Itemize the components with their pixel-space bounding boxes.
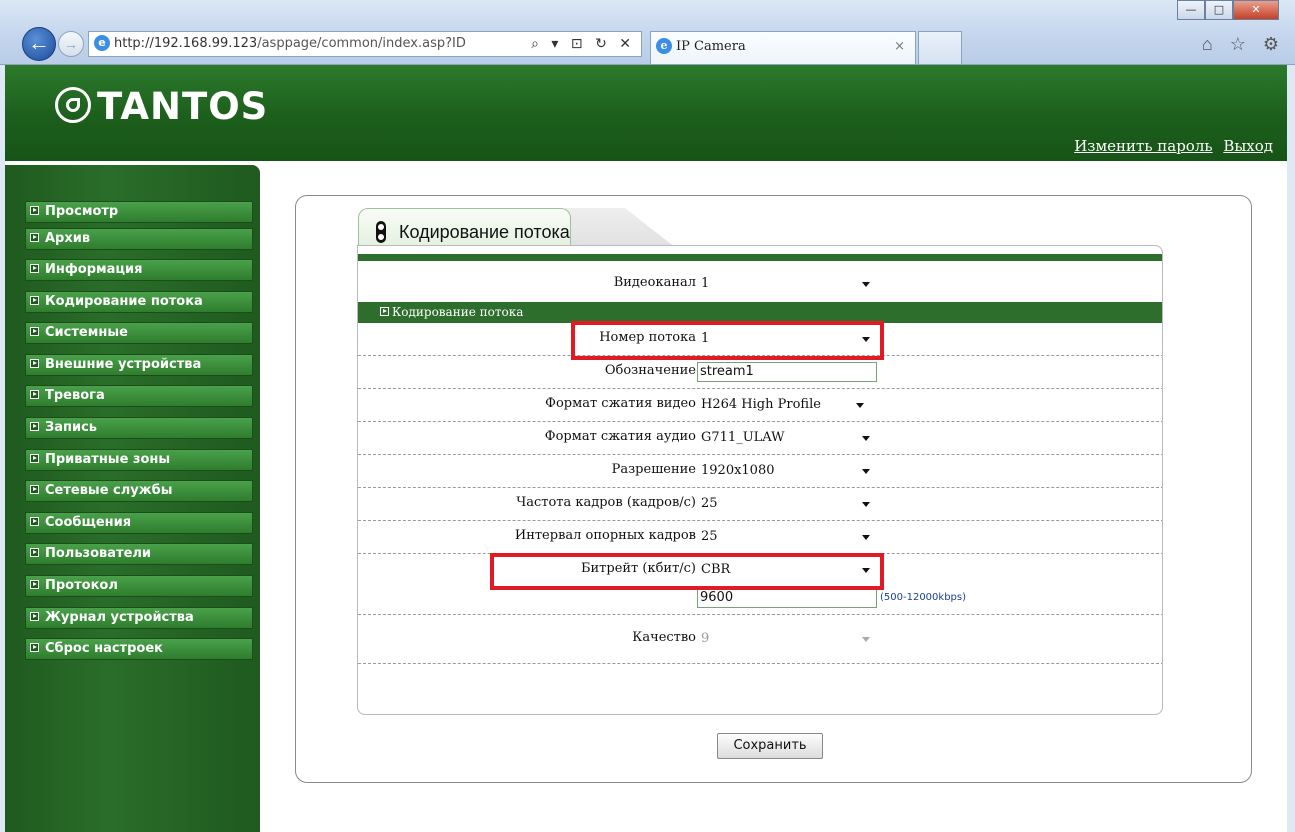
audio-format-select[interactable]: G711_ULAW	[697, 428, 877, 448]
page-header: TANTOS Изменить пароль Выход	[5, 65, 1287, 161]
address-tools-icons[interactable]: ⌕ ▾ ⊡ ↻ ✕	[531, 32, 635, 56]
sidebar-item-reset[interactable]: Сброс настроек	[25, 638, 253, 660]
save-button[interactable]: Сохранить	[717, 733, 823, 759]
sidebar-item-info[interactable]: Информация	[25, 259, 253, 281]
row-frame-rate: Частота кадров (кадров/с) 25	[358, 488, 1162, 521]
row-audio-format: Формат сжатия аудио G711_ULAW	[358, 422, 1162, 455]
tantos-logo: TANTOS	[55, 85, 268, 128]
sidebar-item-view[interactable]: Просмотр	[25, 201, 253, 223]
bullet-icon	[380, 307, 389, 316]
bullet-icon	[30, 580, 39, 589]
close-window-button[interactable]: ✕	[1233, 0, 1279, 20]
ie-icon: e	[94, 34, 110, 51]
section-indicator-icon	[376, 221, 386, 243]
row-resolution: Разрешение 1920x1080	[358, 455, 1162, 488]
sidebar-item-users[interactable]: Пользователи	[25, 543, 253, 565]
browser-tab[interactable]: e IP Camera ×	[650, 31, 916, 64]
highlight-gop	[490, 553, 884, 590]
sidebar-item-record[interactable]: Запись	[25, 417, 253, 439]
panel-tab-title: Кодирование потока	[399, 222, 570, 242]
browser-titlebar: ← → e http://192.168.99.123/asppage/commo…	[0, 0, 1295, 65]
designation-label: Обозначение	[604, 363, 696, 378]
frame-rate-select[interactable]: 25	[697, 494, 877, 514]
designation-input[interactable]: stream1	[697, 362, 877, 382]
bullet-icon	[30, 264, 39, 273]
forward-button[interactable]: →	[58, 31, 84, 57]
gop-label: Интервал опорных кадров	[514, 528, 696, 543]
resolution-label: Разрешение	[611, 462, 696, 477]
bullet-icon	[30, 233, 39, 242]
maximize-button[interactable]: □	[1205, 0, 1233, 20]
sidebar-item-privacy-zones[interactable]: Приватные зоны	[25, 449, 253, 471]
sidebar-item-archive[interactable]: Архив	[25, 228, 253, 250]
sidebar-item-protocol[interactable]: Протокол	[25, 575, 253, 597]
minimize-button[interactable]: —	[1177, 0, 1205, 20]
bullet-icon	[30, 548, 39, 557]
bullet-icon	[30, 390, 39, 399]
bullet-icon	[30, 327, 39, 336]
sidebar-item-system[interactable]: Системные	[25, 322, 253, 344]
highlight-stream-number	[571, 321, 884, 360]
video-format-label: Формат сжатия видео	[545, 396, 696, 411]
new-tab-button[interactable]	[918, 31, 962, 64]
sidebar-item-alarm[interactable]: Тревога	[25, 385, 253, 407]
video-channel-label: Видеоканал	[613, 275, 696, 290]
video-format-select[interactable]: H264 High Profile	[697, 395, 871, 415]
form-top-bar	[358, 254, 1162, 261]
url-host: http://192.168.99.123	[114, 36, 258, 51]
sidebar-item-stream-encoding[interactable]: Кодирование потока	[25, 291, 253, 313]
header-links: Изменить пароль Выход	[1068, 137, 1273, 155]
row-quality: Качество 9	[358, 615, 1162, 664]
bullet-icon	[30, 454, 39, 463]
url-path: /asppage/common/index.asp?ID	[257, 36, 466, 51]
form-panel: Видеоканал 1 Кодирование потока Номер по…	[357, 245, 1163, 715]
row-gop: Интервал опорных кадров 25	[358, 521, 1162, 554]
sidebar: Просмотр Архив Информация Кодирование по…	[5, 165, 260, 832]
logo-mark-icon	[55, 87, 91, 123]
toolbar-icons[interactable]: ⌂ ☆ ⚙	[1202, 34, 1285, 55]
sidebar-item-network-services[interactable]: Сетевые службы	[25, 480, 253, 502]
audio-format-label: Формат сжатия аудио	[544, 429, 696, 444]
frame-rate-label: Частота кадров (кадров/с)	[516, 495, 696, 510]
web-page: TANTOS Изменить пароль Выход Просмотр Ар…	[5, 65, 1287, 832]
section-header: Кодирование потока	[358, 302, 1162, 323]
change-password-link[interactable]: Изменить пароль	[1074, 137, 1212, 155]
ie-icon: e	[656, 37, 672, 54]
sidebar-item-device-log[interactable]: Журнал устройства	[25, 607, 253, 629]
bullet-icon	[30, 517, 39, 526]
bullet-icon	[30, 359, 39, 368]
window-border-right	[1287, 65, 1295, 832]
bullet-icon	[30, 643, 39, 652]
tab-close-icon[interactable]: ×	[894, 32, 905, 62]
video-channel-select[interactable]: 1	[697, 274, 877, 294]
bullet-icon	[30, 612, 39, 621]
address-bar[interactable]: e http://192.168.99.123/asppage/common/in…	[88, 31, 642, 57]
row-video-format: Формат сжатия видео H264 High Profile	[358, 389, 1162, 422]
bullet-icon	[30, 206, 39, 215]
quality-select: 9	[697, 629, 877, 649]
sidebar-item-external-devices[interactable]: Внешние устройства	[25, 354, 253, 376]
tab-title: IP Camera	[676, 39, 746, 54]
bullet-icon	[30, 485, 39, 494]
window-controls: — □ ✕	[1177, 0, 1279, 20]
logout-link[interactable]: Выход	[1223, 137, 1273, 155]
sidebar-item-messages[interactable]: Сообщения	[25, 512, 253, 534]
quality-label: Качество	[632, 630, 696, 645]
gop-select[interactable]: 25	[697, 527, 877, 547]
row-designation: Обозначение stream1	[358, 356, 1162, 389]
resolution-select[interactable]: 1920x1080	[697, 461, 877, 481]
row-video-channel: Видеоканал 1	[358, 268, 1162, 302]
bitrate-range-hint: (500-12000kbps)	[880, 592, 967, 603]
bullet-icon	[30, 422, 39, 431]
bitrate-input[interactable]: 9600	[697, 588, 877, 608]
bullet-icon	[30, 296, 39, 305]
back-button[interactable]: ←	[22, 27, 56, 61]
